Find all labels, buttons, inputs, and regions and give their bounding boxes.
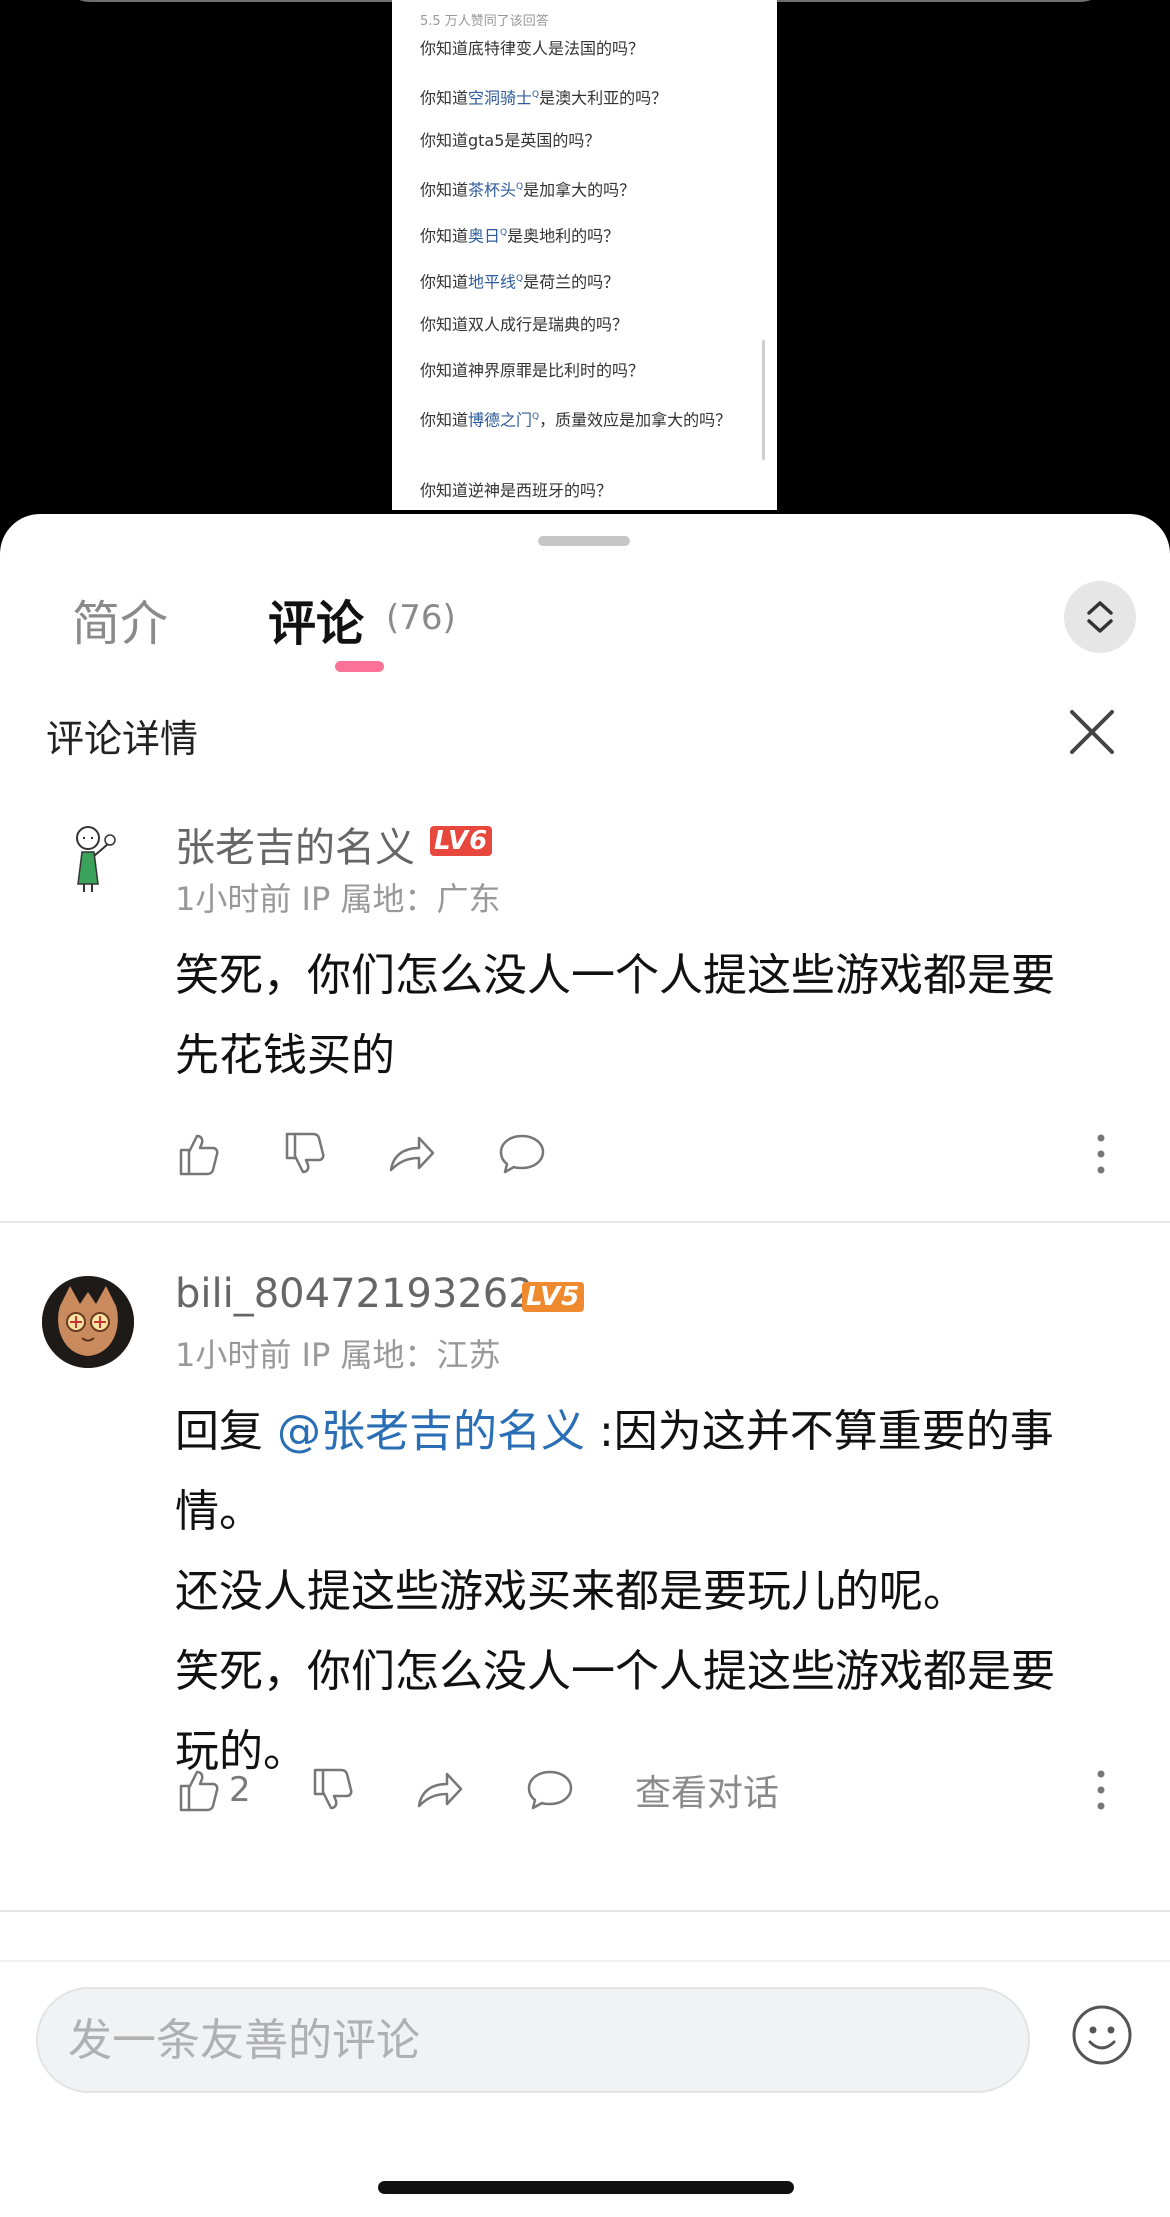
video-frame-scrollbar [762, 340, 765, 460]
comment-meta: 1小时前 IP 属地：广东 [175, 880, 501, 918]
comment-count: (76) [386, 598, 456, 638]
comment-username[interactable]: bili_80472193262 [175, 1271, 534, 1317]
divider [0, 1910, 1170, 1912]
video-text-line: 你知道奥日Q是奥地利的吗？ [420, 226, 620, 246]
stick-figure-avatar-icon [76, 826, 116, 892]
video-answer-meta: 5.5 万人赞同了该回答 [420, 14, 549, 29]
mention-link[interactable]: @张老吉的名义 [277, 1406, 585, 1457]
avatar[interactable] [42, 804, 134, 896]
comment-meta: 1小时前 IP 属地：江苏 [175, 1336, 501, 1374]
tab-intro[interactable]: 简介 [72, 584, 168, 654]
close-icon [1070, 710, 1114, 754]
like-button[interactable] [175, 1128, 223, 1180]
level-badge: LV5 [522, 1282, 585, 1312]
comment-icon [499, 1134, 545, 1174]
video-text-line: 你知道茶杯头Q是加拿大的吗？ [420, 180, 636, 200]
thumbs-down-icon [285, 1132, 325, 1174]
emoji-button[interactable] [1070, 2003, 1134, 2067]
more-button[interactable] [1095, 1128, 1107, 1180]
dislike-button[interactable] [281, 1128, 329, 1180]
comment-icon [527, 1770, 573, 1810]
comment-input[interactable] [66, 1989, 970, 2091]
tab-comments[interactable]: 评论 [268, 584, 364, 654]
video-text-line: 你知道逆神是西班牙的吗？ [420, 481, 613, 500]
sheet-drag-handle[interactable] [538, 536, 630, 546]
video-text-line: 你知道地平线Q是荷兰的吗？ [420, 272, 620, 292]
expand-collapse-icon [1087, 601, 1113, 633]
anime-cat-avatar-icon [42, 1276, 134, 1368]
comment-input-container[interactable] [36, 1987, 1030, 2093]
level-badge: LV6 [430, 826, 493, 856]
comment-actions [175, 1128, 1125, 1180]
comment-actions: 2 查看对话 [175, 1764, 1125, 1816]
reply-button[interactable] [497, 1128, 547, 1180]
share-button[interactable] [415, 1764, 465, 1816]
video-text-line: 你知道底特律变人是法国的吗？ [420, 39, 645, 58]
video-text-line: 你知道空洞骑士Q是澳大利亚的吗？ [420, 88, 668, 108]
comment-username[interactable]: 张老吉的名义 [175, 815, 415, 873]
home-indicator[interactable] [378, 2181, 794, 2194]
close-button[interactable] [1064, 704, 1120, 760]
expand-collapse-button[interactable] [1064, 581, 1136, 653]
video-text-line: 你知道双人成行是瑞典的吗？ [420, 315, 629, 334]
share-button[interactable] [387, 1128, 437, 1180]
input-bar-divider [0, 1960, 1170, 1962]
video-player[interactable]: 5.5 万人赞同了该回答 你知道底特律变人是法国的吗？ 你知道空洞骑士Q是澳大利… [0, 0, 1170, 514]
thumbs-up-icon [179, 1770, 219, 1812]
avatar[interactable] [42, 1276, 134, 1368]
comment-sheet: 简介 评论 (76) 评论详情 张老吉的名义 LV6 1小时前 IP 属地：广东… [0, 514, 1170, 2217]
divider [0, 1221, 1170, 1223]
video-text-line: 你知道gta5是英国的吗？ [420, 131, 601, 150]
reply-button[interactable] [525, 1764, 575, 1816]
active-tab-indicator [335, 661, 384, 672]
thumbs-down-icon [313, 1768, 353, 1810]
share-icon [389, 1136, 435, 1172]
more-button[interactable] [1095, 1764, 1107, 1816]
more-icon [1097, 1770, 1105, 1810]
share-icon [417, 1772, 463, 1808]
like-count: 2 [229, 1770, 251, 1810]
thumbs-up-icon [179, 1134, 219, 1176]
comment-detail-title: 评论详情 [46, 717, 199, 761]
comment-body[interactable]: 笑死，你们怎么没人一个人提这些游戏都是要 先花钱买的 [175, 936, 1115, 1096]
video-frame: 5.5 万人赞同了该回答 你知道底特律变人是法国的吗？ 你知道空洞骑士Q是澳大利… [392, 0, 777, 510]
video-text-line: 你知道神界原罪是比利时的吗？ [420, 361, 645, 380]
more-icon [1097, 1134, 1105, 1174]
dislike-button[interactable] [309, 1764, 357, 1816]
view-conversation-link[interactable]: 查看对话 [635, 1764, 779, 1816]
comment-body[interactable]: 回复 @张老吉的名义 :因为这并不算重要的事 情。 还没人提这些游戏买来都是要玩… [175, 1392, 1115, 1792]
like-button[interactable]: 2 [175, 1764, 251, 1816]
emoji-icon [1072, 2005, 1132, 2065]
video-text-line: 你知道博德之门Q，质量效应是加拿大的吗？ [420, 410, 732, 430]
